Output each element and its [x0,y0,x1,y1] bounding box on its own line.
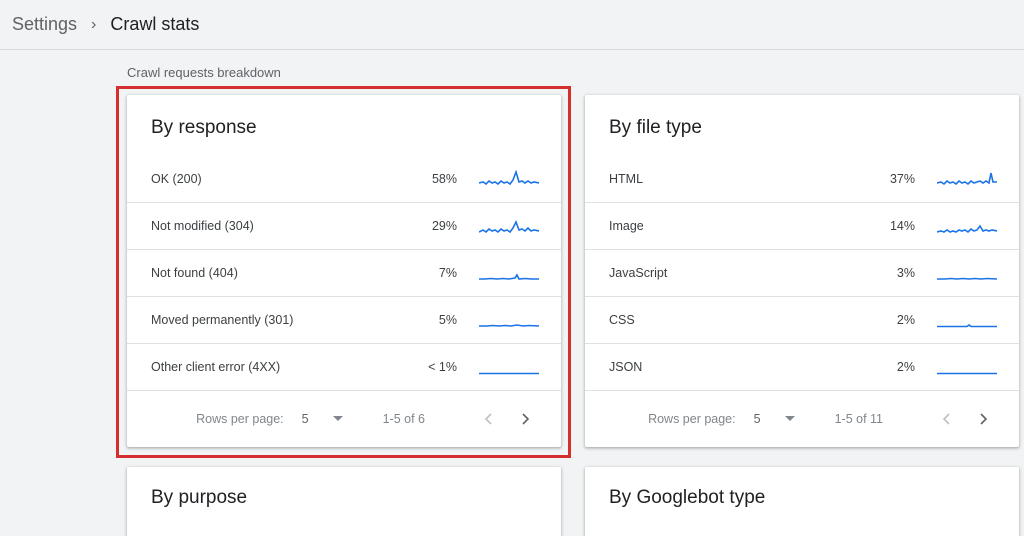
file-type-rows: HTML 37% Image 14% JavaScript 3% CSS 2% … [585,156,1019,391]
card-by-response: By response OK (200) 58% Not modified (3… [127,95,561,447]
section-label: Crawl requests breakdown [127,65,281,80]
page-title: Crawl stats [110,14,200,34]
prev-page-button[interactable] [935,407,959,431]
chevron-left-icon [942,412,950,425]
row-label: Other client error (4XX) [151,360,281,374]
chevron-right-icon [980,412,988,425]
row-percent: 3% [896,266,915,280]
card-title: By response [151,117,257,138]
row-percent: 37% [889,172,915,186]
rows-per-page-value: 5 [753,411,761,426]
chevron-right-icon [522,412,530,425]
row-label: Image [609,219,644,233]
rows-per-page-select[interactable]: 5 [754,412,795,426]
page-range: 1-5 of 6 [382,411,425,426]
row-percent: 14% [889,219,915,233]
row-label: Moved permanently (301) [151,313,294,327]
sparkline [479,169,539,186]
sparkline [937,172,997,186]
table-row[interactable]: Not found (404) 7% [127,250,561,297]
row-percent: 5% [438,313,457,327]
rows-per-page-value: 5 [301,411,309,426]
table-row[interactable]: OK (200) 58% [127,156,561,203]
row-percent: < 1% [428,360,457,374]
card-by-googlebot-type: By Googlebot type [585,467,1019,536]
pagination: Rows per page: 5 1-5 of 11 [585,390,1019,447]
table-row[interactable]: Image 14% [585,203,1019,250]
table-row[interactable]: JavaScript 3% [585,250,1019,297]
page-range: 1-5 of 11 [834,411,883,426]
next-page-button[interactable] [971,407,995,431]
table-row[interactable]: CSS 2% [585,297,1019,344]
pagination: Rows per page: 5 1-5 of 6 [127,390,561,447]
card-by-purpose: By purpose [127,467,561,536]
table-row[interactable]: Not modified (304) 29% [127,203,561,250]
row-label: Not found (404) [151,266,238,280]
table-row[interactable]: HTML 37% [585,156,1019,203]
sparkline [937,372,997,375]
sparkline [479,273,539,280]
sparkline [479,220,539,234]
chevron-right-icon: › [91,15,97,33]
table-row[interactable]: Moved permanently (301) 5% [127,297,561,344]
card-title: By file type [609,117,702,138]
row-percent: 29% [431,219,457,233]
row-label: JSON [609,360,643,374]
sparkline [479,324,539,327]
sparkline [479,372,539,375]
row-label: JavaScript [609,266,668,280]
breadcrumb-settings[interactable]: Settings [12,14,77,35]
arrow-drop-down-icon [332,416,343,421]
prev-page-button[interactable] [477,407,501,431]
row-label: HTML [609,172,644,186]
rows-per-page-label: Rows per page: [196,411,284,426]
sparkline [937,324,997,328]
sparkline [937,224,997,234]
card-title: By Googlebot type [609,487,766,508]
row-percent: 58% [431,172,457,186]
rows-per-page-label: Rows per page: [648,411,736,426]
row-label: CSS [609,313,635,327]
card-by-file-type: By file type HTML 37% Image 14% JavaScri… [585,95,1019,447]
rows-per-page-select[interactable]: 5 [302,412,343,426]
card-title: By purpose [151,487,248,508]
row-percent: 7% [438,266,457,280]
response-rows: OK (200) 58% Not modified (304) 29% Not … [127,156,561,391]
table-row[interactable]: JSON 2% [585,344,1019,391]
row-percent: 2% [896,313,915,327]
row-label: OK (200) [151,172,202,186]
next-page-button[interactable] [513,407,537,431]
chevron-left-icon [484,412,492,425]
row-label: Not modified (304) [151,219,254,233]
breadcrumb: Settings › Crawl stats [0,0,1024,50]
arrow-drop-down-icon [784,416,795,421]
sparkline [937,277,997,280]
table-row[interactable]: Other client error (4XX) < 1% [127,344,561,391]
row-percent: 2% [896,360,915,374]
